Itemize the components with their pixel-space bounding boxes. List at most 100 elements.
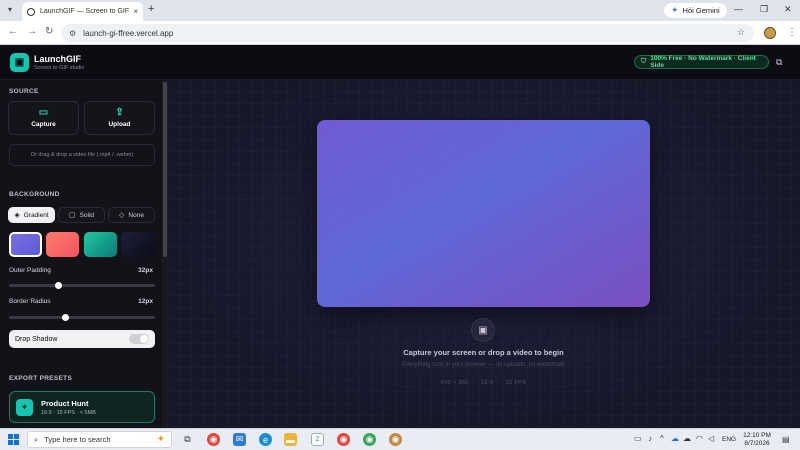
profile-avatar[interactable] xyxy=(764,27,776,39)
site-info-icon[interactable]: ⚙ xyxy=(69,29,76,38)
border-radius-slider[interactable] xyxy=(9,314,155,321)
preset-product-hunt[interactable]: ✦ Product Hunt 16:9 · 15 FPS · < 5MB xyxy=(9,391,155,423)
chrome-icon[interactable]: ◉ xyxy=(207,433,220,446)
tray-cloud-icon[interactable]: ☁ xyxy=(671,434,679,443)
forward-icon[interactable]: → xyxy=(27,26,37,37)
clock[interactable]: 12:10 PM 8/7/2026 xyxy=(742,432,772,448)
toggle-knob xyxy=(140,335,148,343)
search-highlight-icon: ✦ xyxy=(156,434,165,445)
minimize-icon[interactable]: — xyxy=(734,4,743,14)
preview-canvas: ▣ Capture your screen or drop a video to… xyxy=(167,80,800,428)
search-icon: ⌕ xyxy=(34,434,39,444)
address-bar[interactable]: ⚙ launch-gi-ffree.vercel.app ☆ xyxy=(61,24,754,42)
screen-share-icon: ▣ xyxy=(471,318,495,342)
chrome-profile-2-icon[interactable]: ◉ xyxy=(363,433,376,446)
back-icon[interactable]: ← xyxy=(8,26,18,37)
meta-resolution: 640 × 360 xyxy=(440,380,469,386)
tray-volume-icon[interactable]: ◁ xyxy=(708,434,714,443)
browser-tab-bar: ▾ LaunchGIF — Screen to GIF Studio × + ✦… xyxy=(0,0,800,21)
swatch-teal[interactable] xyxy=(84,232,117,257)
rocket-icon: ✦ xyxy=(16,399,33,416)
copy-icon[interactable]: ⧉ xyxy=(776,57,782,68)
tray-mic-icon[interactable]: ♪ xyxy=(648,434,652,443)
mode-solid-button[interactable]: ▢ Solid xyxy=(58,207,105,223)
tab-close-icon[interactable]: × xyxy=(133,7,138,16)
output-meta: 640 × 360 · 16:9 · 15 FPS xyxy=(440,380,527,386)
settings-sidebar: SOURCE ▭ Capture ⇪ Upload Or drag & drop… xyxy=(0,80,163,428)
swatch-purple[interactable] xyxy=(9,232,42,257)
reload-icon[interactable]: ↻ xyxy=(45,26,53,37)
clock-date: 8/7/2026 xyxy=(744,440,770,447)
export-presets-heading: EXPORT PRESETS xyxy=(9,375,73,382)
task-view-icon[interactable]: ⧉ xyxy=(181,433,194,446)
gradient-icon: ◈ xyxy=(14,212,20,219)
capture-button[interactable]: ▭ Capture xyxy=(8,101,79,135)
free-badge: ⛉ 100% Free · No Watermark · Client Side xyxy=(634,55,769,69)
windows-taskbar: ⌕ Type here to search ✦ ⧉ ◉ ✉ e ▬ Z ◉ ◉ … xyxy=(0,428,800,450)
drop-shadow-toggle[interactable] xyxy=(129,334,149,344)
video-drop-zone[interactable]: Or drag & drop a video file (.mp4 / .web… xyxy=(9,144,155,166)
upload-icon: ⇪ xyxy=(115,107,124,118)
outer-padding-thumb[interactable] xyxy=(55,282,62,289)
mail-icon[interactable]: ✉ xyxy=(233,433,246,446)
mode-none-button[interactable]: ◇ None xyxy=(108,207,155,223)
zoom-icon[interactable]: Z xyxy=(311,433,324,446)
gemini-label: Hỏi Gemini xyxy=(682,6,720,15)
badge-text: 100% Free · No Watermark · Client Side xyxy=(650,55,756,69)
background-heading: BACKGROUND xyxy=(9,191,60,198)
url-text: launch-gi-ffree.vercel.app xyxy=(83,28,174,38)
app-name: LaunchGIF xyxy=(34,54,81,64)
edge-icon[interactable]: e xyxy=(259,433,272,446)
preset-name: Product Hunt xyxy=(41,399,89,408)
input-language[interactable]: ENG xyxy=(722,436,736,443)
outer-padding-value: 32px xyxy=(138,267,153,274)
gemini-icon: ✦ xyxy=(671,5,679,15)
browser-toolbar: ← → ↻ ⚙ launch-gi-ffree.vercel.app ☆ xyxy=(0,21,800,45)
tab-search-icon[interactable]: ▾ xyxy=(4,4,16,16)
preset-meta: 16:9 · 15 FPS · < 5MB xyxy=(41,410,96,416)
site-favicon-icon xyxy=(27,7,35,16)
windows-start-icon[interactable] xyxy=(8,434,19,445)
notifications-icon[interactable]: ▤ xyxy=(782,435,790,444)
screen: ▾ LaunchGIF — Screen to GIF Studio × + ✦… xyxy=(0,0,800,450)
ask-gemini-button[interactable]: ✦ Hỏi Gemini xyxy=(664,3,727,18)
outer-padding-slider[interactable] xyxy=(9,282,155,289)
empty-state-title: Capture your screen or drop a video to b… xyxy=(403,348,564,357)
restore-icon[interactable]: ❐ xyxy=(760,4,768,15)
browser-menu-icon[interactable]: ⋮ xyxy=(787,27,797,38)
mode-gradient-button[interactable]: ◈ Gradient xyxy=(8,207,55,223)
shield-check-icon: ⛉ xyxy=(641,58,647,65)
chrome-profile-3-icon[interactable]: ◉ xyxy=(389,433,402,446)
file-explorer-icon[interactable]: ▬ xyxy=(284,433,297,446)
mode-gradient-label: Gradient xyxy=(23,211,49,219)
browser-tab[interactable]: LaunchGIF — Screen to GIF Studio × xyxy=(22,2,143,21)
empty-state-subtitle: Everything runs in your browser — no upl… xyxy=(402,362,565,368)
gradient-preview-frame xyxy=(317,120,650,307)
outer-padding-label: Outer Padding xyxy=(9,267,51,274)
upload-label: Upload xyxy=(108,121,131,128)
drop-shadow-label: Drop Shadow xyxy=(15,335,58,343)
tray-onedrive-icon[interactable]: ☁ xyxy=(683,434,691,443)
border-radius-label: Border Radius xyxy=(9,298,51,305)
monitor-icon: ▭ xyxy=(38,107,49,118)
tab-title: LaunchGIF — Screen to GIF Studio xyxy=(40,8,130,15)
mode-solid-label: Solid xyxy=(79,211,95,219)
swatch-coral[interactable] xyxy=(46,232,79,257)
taskbar-search[interactable]: ⌕ Type here to search ✦ xyxy=(27,431,172,448)
new-tab-button[interactable]: + xyxy=(148,3,154,15)
tray-wifi-icon[interactable]: ◠ xyxy=(696,434,703,443)
swatch-midnight[interactable] xyxy=(121,232,154,257)
app-tagline: Screen to GIF studio xyxy=(34,65,85,71)
taskbar-search-placeholder: Type here to search xyxy=(44,435,111,444)
chrome-profile-icon[interactable]: ◉ xyxy=(337,433,350,446)
tray-network-icon[interactable]: ▭ xyxy=(634,434,642,443)
close-window-icon[interactable]: ✕ xyxy=(784,4,792,15)
bookmark-star-icon[interactable]: ☆ xyxy=(737,27,745,38)
tray-chevron-icon[interactable]: ^ xyxy=(660,434,664,443)
meta-fps: 15 FPS xyxy=(505,380,527,386)
upload-button[interactable]: ⇪ Upload xyxy=(84,101,155,135)
drop-icon: ◇ xyxy=(119,212,125,219)
border-radius-thumb[interactable] xyxy=(62,314,69,321)
drop-shadow-row[interactable]: Drop Shadow xyxy=(9,330,155,348)
app-logo-icon: ▣ xyxy=(10,53,29,72)
